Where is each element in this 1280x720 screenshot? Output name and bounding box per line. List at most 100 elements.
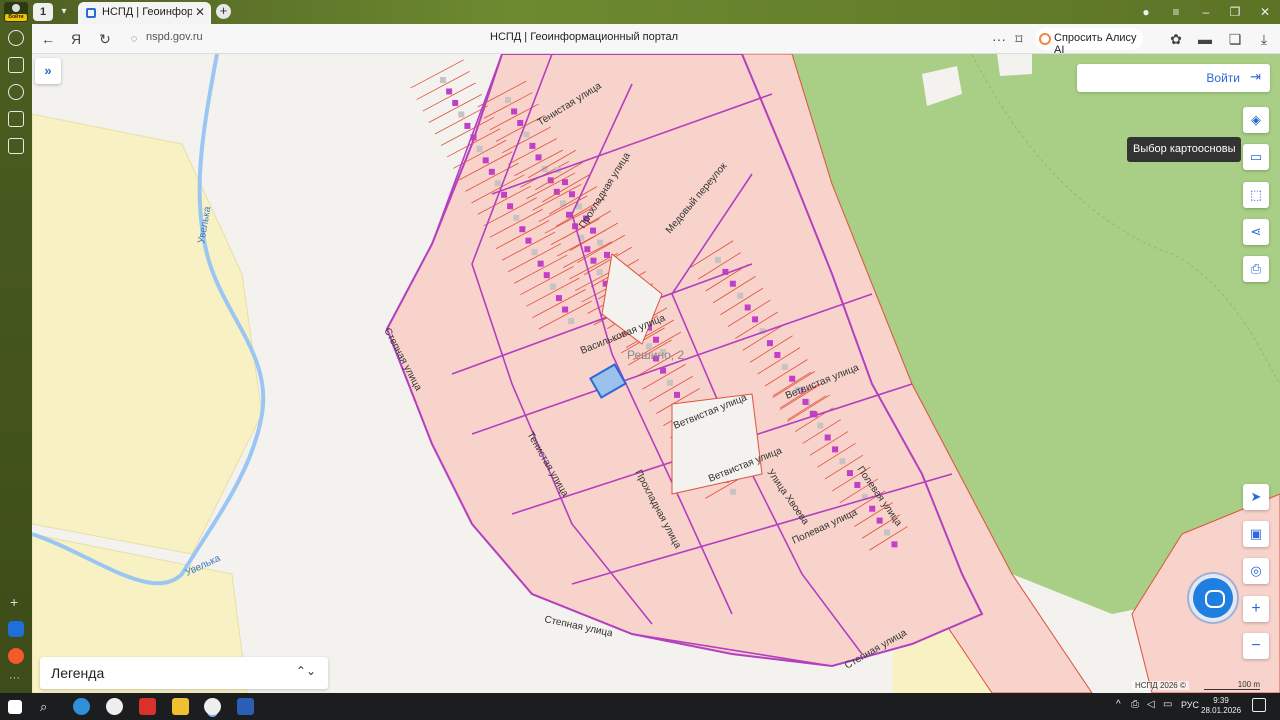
map-scale: 100 m — [1204, 680, 1260, 690]
system-clock[interactable]: 9:39 28.01.2026 — [1201, 696, 1241, 716]
farmland-area — [32, 113, 263, 555]
building-footprint — [653, 336, 659, 343]
ask-alice-button[interactable]: Спросить Алису AI — [1035, 28, 1143, 56]
login-button[interactable]: Войти ⇥ — [1077, 64, 1270, 92]
ask-alice-label: Спросить Алису AI — [1054, 32, 1137, 56]
select-area-button[interactable]: ⬚ — [1243, 182, 1269, 208]
collections-icon[interactable]: ❏ — [1225, 29, 1245, 49]
url-text[interactable]: nspd.gov.ru — [146, 31, 203, 43]
building-footprint — [482, 157, 489, 164]
zoom-out-button[interactable]: − — [1243, 633, 1269, 659]
notifications-icon[interactable] — [1252, 698, 1266, 712]
network-icon[interactable]: ▭ — [1163, 699, 1172, 710]
alice-icon — [1039, 33, 1051, 45]
parcel-boundary — [428, 93, 482, 123]
building-footprint — [884, 529, 891, 536]
map-viewport[interactable]: Решино, 2 Увелька Увелька Степная улица … — [32, 54, 1280, 693]
word-icon[interactable] — [237, 698, 254, 715]
tray-expand-icon[interactable]: ^ — [1116, 699, 1121, 710]
edge-browser-icon[interactable] — [73, 698, 90, 715]
back-icon[interactable]: ← — [38, 29, 58, 49]
building-footprint — [876, 517, 883, 524]
building-footprint — [569, 191, 575, 198]
pdf-app-icon[interactable] — [139, 698, 156, 715]
vpn-icon[interactable]: ▬ — [1195, 29, 1215, 49]
zoom-in-button[interactable]: + — [1243, 596, 1269, 622]
first-channel-icon[interactable] — [8, 111, 24, 127]
input-language[interactable]: РУС — [1181, 700, 1199, 710]
map-canvas[interactable]: Решино, 2 Увелька Увелька Степная улица … — [32, 54, 1280, 693]
more-options-icon[interactable]: ··· — [989, 29, 1009, 49]
printer-tray-icon[interactable]: ⎙ — [1131, 699, 1139, 710]
building-footprint — [476, 145, 483, 152]
close-window-icon[interactable]: ✕ — [1256, 3, 1274, 21]
yandex-browser-active-icon[interactable] — [204, 698, 221, 715]
windows-start-icon[interactable] — [8, 700, 22, 714]
building-footprint — [537, 260, 544, 267]
building-footprint — [817, 422, 824, 429]
building-footprint — [766, 340, 773, 347]
parcel-boundary — [410, 59, 464, 89]
taskbar: ⌕ ^ ⎙ ◁ ▭ РУС 9:39 28.01.2026 — [0, 693, 1280, 720]
building-footprint — [752, 316, 759, 323]
bookmark-icon[interactable]: ⌑ — [1009, 29, 1029, 49]
building-footprint — [891, 541, 898, 548]
building-footprint — [458, 111, 465, 118]
building-footprint — [501, 191, 508, 198]
profile-badge: Войти — [5, 14, 27, 21]
history-icon[interactable] — [8, 30, 24, 46]
location-search-button[interactable]: ◎ — [1243, 558, 1269, 584]
search-icon[interactable]: ⌕ — [40, 698, 57, 715]
tab-counter-button[interactable]: 1 — [33, 3, 53, 21]
parcel-boundary — [416, 71, 470, 100]
building-footprint — [824, 434, 831, 441]
building-footprint — [517, 119, 524, 126]
new-tab-button[interactable]: + — [216, 4, 231, 19]
building-footprint — [519, 226, 526, 233]
minimap-button[interactable]: ▣ — [1243, 521, 1269, 547]
chat-support-button[interactable] — [1193, 578, 1233, 618]
layers-button[interactable]: ◈ — [1243, 107, 1269, 133]
more-icon[interactable]: ··· — [9, 672, 20, 684]
active-tab[interactable]: НСПД | Геоинформационный портал ✕ — [78, 2, 211, 24]
downloads-icon[interactable]: ⤓ — [1254, 29, 1274, 49]
market-icon[interactable] — [8, 648, 24, 664]
building-footprint — [511, 108, 518, 115]
menu-icon[interactable]: ≡ — [1167, 3, 1185, 21]
print-button[interactable]: ⎙ — [1243, 256, 1269, 282]
add-panel-icon[interactable]: + — [10, 594, 18, 610]
minimize-window-icon[interactable]: – — [1197, 3, 1215, 21]
video-icon[interactable] — [8, 84, 24, 100]
locate-me-button[interactable]: ➤ — [1243, 484, 1269, 510]
building-footprint — [505, 97, 511, 103]
legend-panel[interactable]: Легенда ⌃⌄ — [40, 657, 328, 689]
building-footprint — [440, 77, 446, 83]
ruler-button[interactable]: ▭ — [1243, 144, 1269, 170]
login-label: Войти — [1206, 71, 1240, 85]
site-info-icon[interactable]: ◌ — [124, 29, 144, 49]
mail-icon[interactable] — [8, 621, 24, 637]
building-footprint — [488, 168, 495, 175]
account-icon[interactable]: ● — [1137, 3, 1155, 21]
share-button[interactable]: ⋖ — [1243, 219, 1269, 245]
reload-icon[interactable]: ↻ — [95, 29, 115, 49]
basemap-tooltip: Выбор картоосновы — [1127, 137, 1242, 162]
expand-panel-button[interactable]: » — [35, 58, 61, 84]
yandex-browser-icon[interactable] — [106, 698, 123, 715]
parcel-boundary — [422, 82, 476, 112]
file-explorer-icon[interactable] — [172, 698, 189, 715]
building-footprint — [543, 272, 550, 279]
screenshot-icon[interactable] — [8, 138, 24, 154]
profile-button[interactable]: Войти — [4, 2, 28, 22]
building-footprint — [667, 379, 673, 386]
extension-icon[interactable]: ✿ — [1166, 29, 1186, 49]
close-tab-icon[interactable]: ✕ — [195, 5, 205, 19]
clock-time: 9:39 — [1213, 696, 1229, 705]
login-icon: ⇥ — [1250, 69, 1261, 84]
map-copyright: НСПД 2026 © — [1132, 681, 1189, 690]
restore-window-icon[interactable]: ❐ — [1226, 3, 1244, 21]
notes-icon[interactable] — [8, 57, 24, 73]
volume-icon[interactable]: ◁ — [1147, 699, 1155, 710]
chevron-down-icon[interactable]: ▾ — [56, 4, 72, 20]
yandex-home-icon[interactable]: Я — [66, 29, 86, 49]
